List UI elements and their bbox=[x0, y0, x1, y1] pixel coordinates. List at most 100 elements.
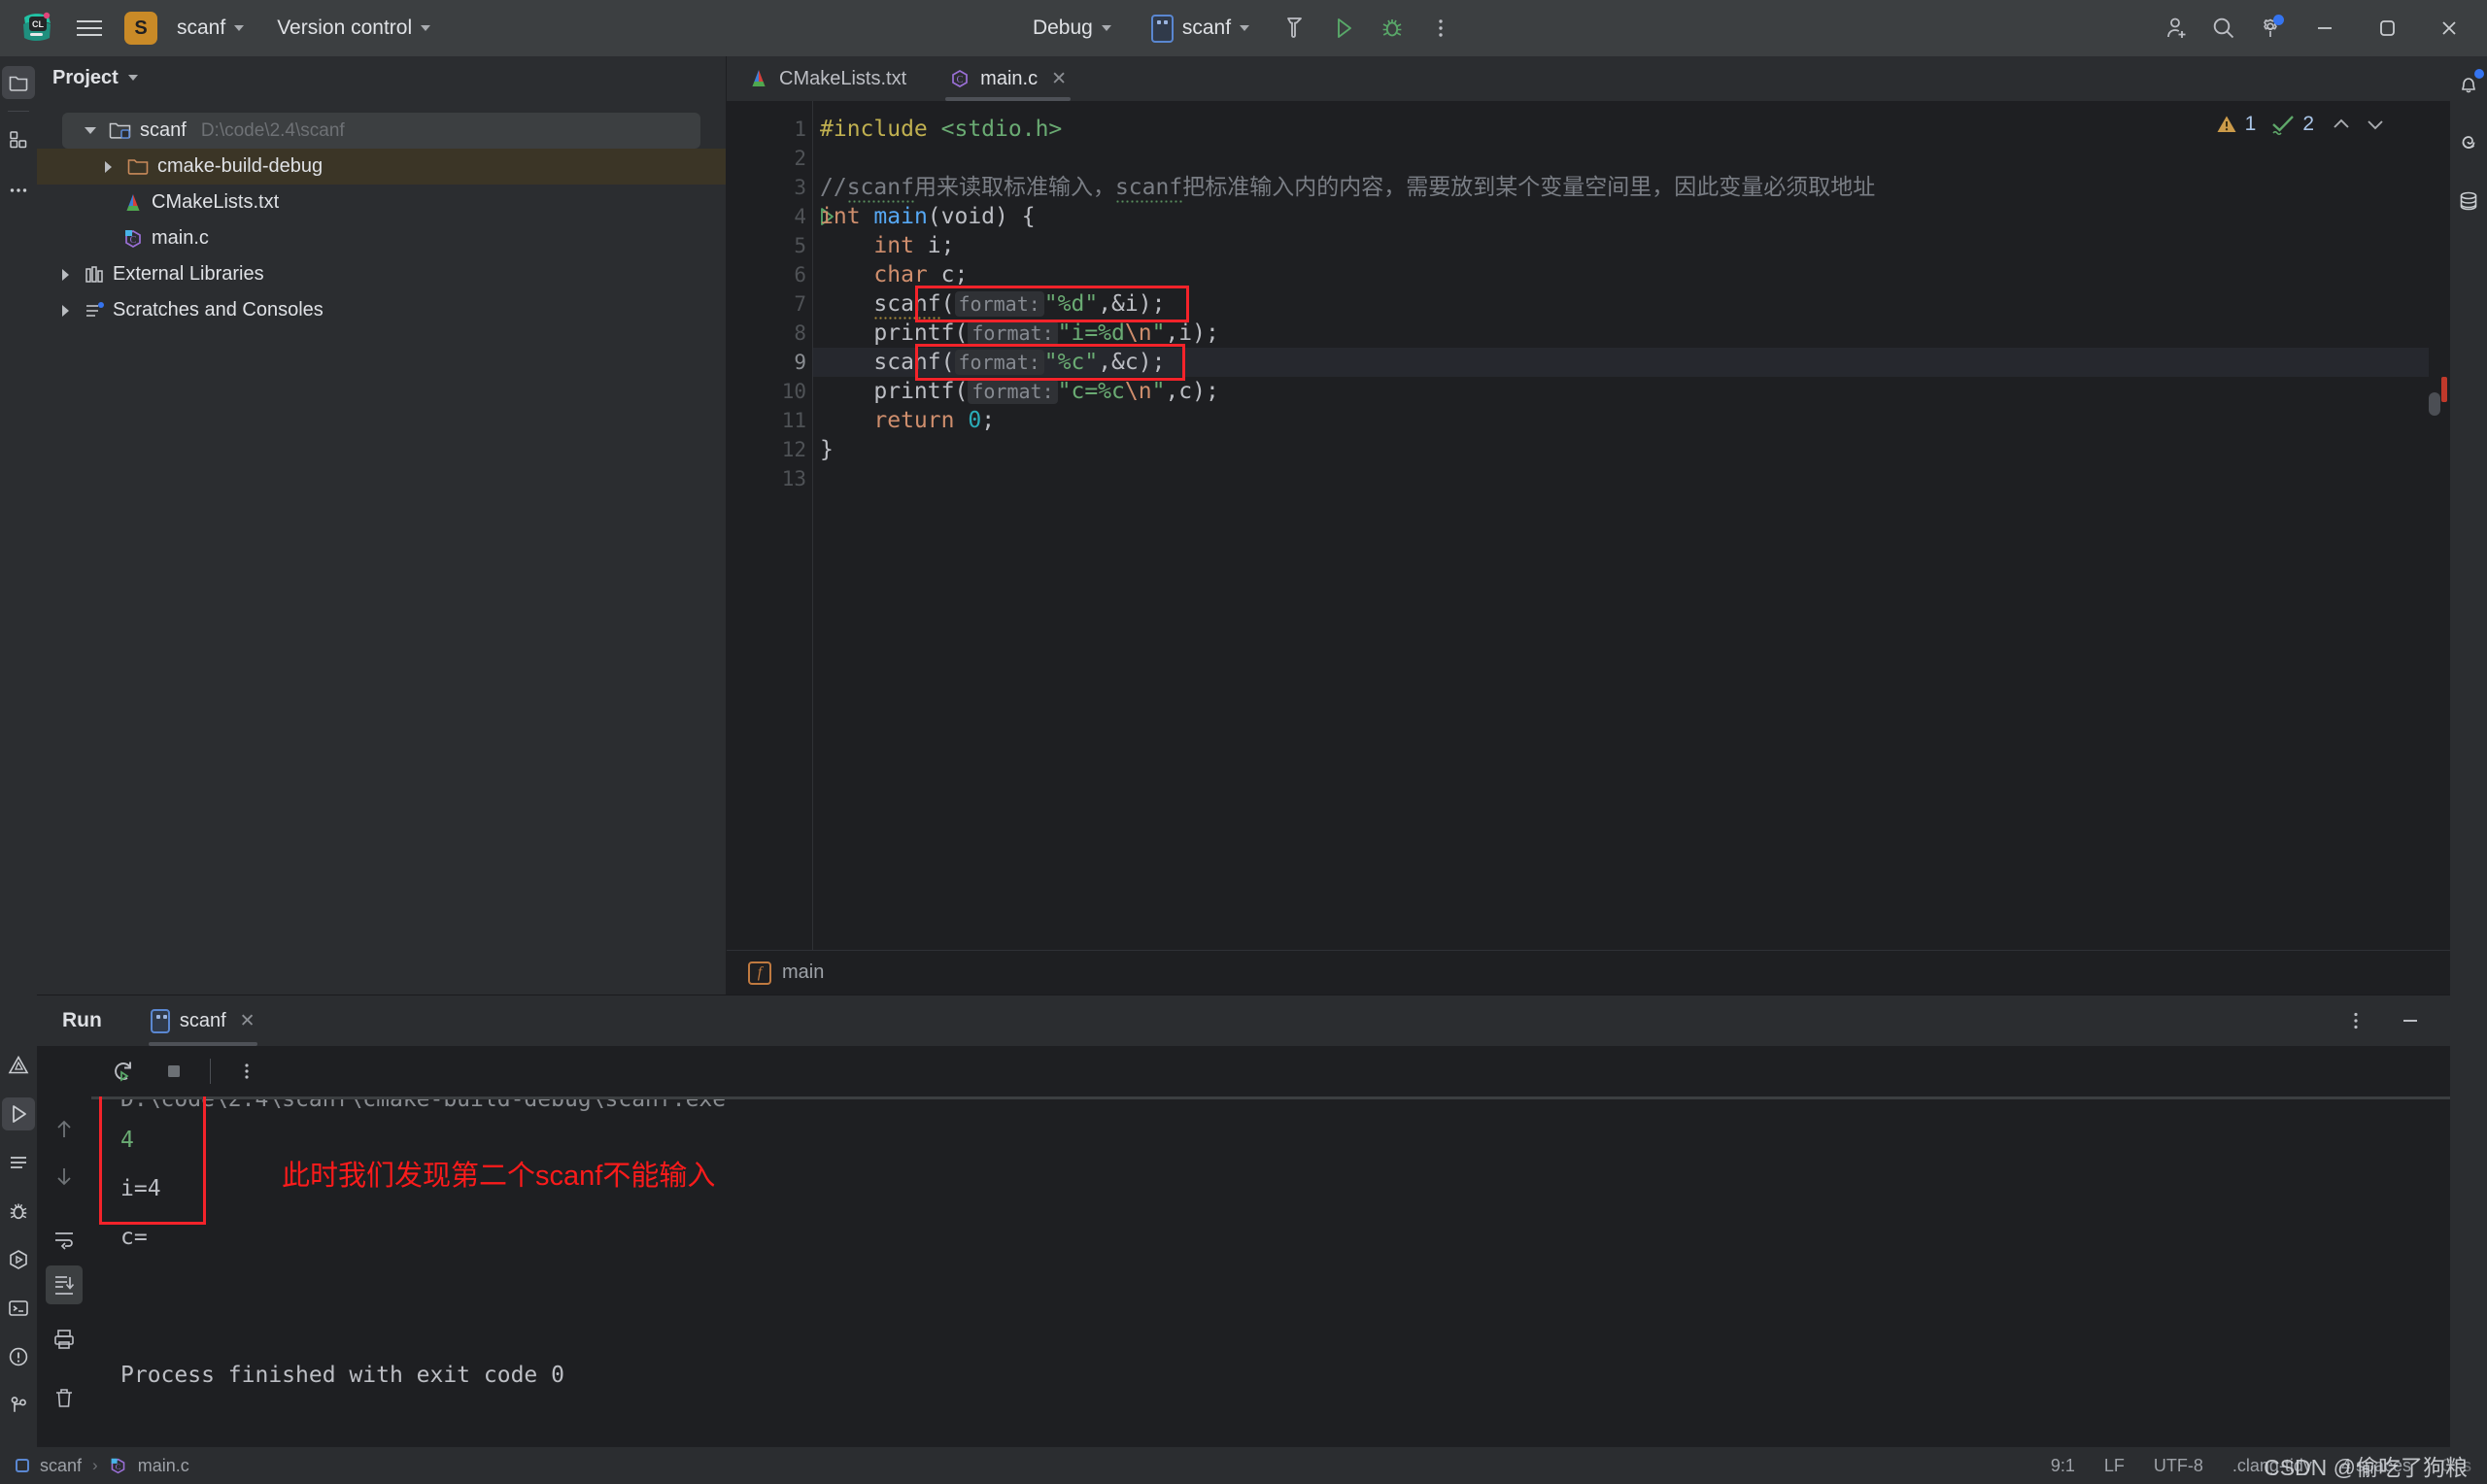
status-project-name[interactable]: scanf bbox=[40, 1456, 82, 1476]
stop-square-icon[interactable] bbox=[152, 1050, 196, 1093]
services-tool-window[interactable] bbox=[2, 1243, 35, 1276]
line-separator[interactable]: LF bbox=[2104, 1456, 2125, 1476]
editor-scrollbar[interactable] bbox=[2429, 101, 2450, 950]
more-vertical-icon[interactable] bbox=[2334, 999, 2378, 1042]
caret-position[interactable]: 9:1 bbox=[2051, 1456, 2075, 1476]
window-minimize-icon[interactable] bbox=[2295, 4, 2355, 52]
folder-icon bbox=[126, 156, 150, 178]
run-panel-content: D:\code\2.4\scanf\cmake-build-debug\scan… bbox=[37, 1096, 2450, 1447]
settings-gear-icon[interactable] bbox=[2248, 7, 2293, 50]
chevron-up-icon[interactable] bbox=[2331, 114, 2352, 135]
line-number: 1 bbox=[794, 118, 806, 141]
close-icon[interactable]: ✕ bbox=[240, 1010, 256, 1032]
window-close-icon[interactable] bbox=[2419, 4, 2479, 52]
breadcrumb-separator: › bbox=[92, 1456, 98, 1474]
trash-icon[interactable] bbox=[46, 1378, 83, 1417]
tab-label: main.c bbox=[980, 67, 1039, 89]
tab-cmakelists[interactable]: CMakeLists.txt bbox=[727, 56, 928, 101]
title-bar-right bbox=[2155, 4, 2479, 52]
scrollbar-thumb[interactable] bbox=[2429, 392, 2440, 416]
more-tool-windows[interactable] bbox=[2, 174, 35, 207]
chevron-down-icon[interactable] bbox=[127, 75, 138, 81]
printer-icon[interactable] bbox=[46, 1320, 83, 1359]
rerun-icon[interactable] bbox=[101, 1050, 146, 1093]
todo-tool-window[interactable] bbox=[2, 1146, 35, 1179]
window-maximize-icon[interactable] bbox=[2357, 4, 2417, 52]
console-line-command: D:\code\2.4\scanf\cmake-build-debug\scan… bbox=[120, 1096, 727, 1112]
hammer-build-icon[interactable] bbox=[1273, 7, 1317, 50]
line-number: 4 bbox=[727, 202, 834, 231]
project-tree: scanf D:\code\2.4\scanf cmake-build-debu… bbox=[37, 99, 726, 328]
prev-occurrence-button[interactable] bbox=[46, 1110, 83, 1149]
editor-breadcrumb: f main bbox=[727, 950, 2450, 995]
soft-wrap-button[interactable] bbox=[46, 1219, 83, 1258]
more-vertical-icon[interactable] bbox=[1418, 7, 1463, 50]
tree-node-label: Scratches and Consoles bbox=[113, 299, 324, 320]
commit-tool-window[interactable] bbox=[2, 123, 35, 156]
close-icon[interactable]: ✕ bbox=[1051, 68, 1067, 90]
terminal-tool-window[interactable] bbox=[2, 1292, 35, 1325]
hamburger-menu-icon[interactable] bbox=[68, 7, 111, 50]
minimize-icon[interactable] bbox=[2388, 999, 2433, 1042]
clion-window: CL S scanf Version control Debug scanf P… bbox=[0, 0, 2487, 1484]
tree-node-cmakelists[interactable]: CMakeLists.txt bbox=[37, 185, 726, 220]
expand-arrow-icon[interactable] bbox=[54, 268, 76, 281]
cmake-tool-window[interactable] bbox=[2, 1049, 35, 1082]
tree-node-external-libraries[interactable]: External Libraries bbox=[37, 256, 726, 292]
code-content[interactable]: #include <stdio.h> //scanf用来读取标准输入，scanf… bbox=[812, 101, 2450, 950]
run-panel-header-actions bbox=[2334, 999, 2450, 1042]
function-icon: f bbox=[748, 961, 771, 985]
svg-text:C: C bbox=[130, 235, 137, 246]
editor-body: 1 2 3 4 5 6 7 8 9 10 11 12 13 #include <… bbox=[727, 101, 2450, 950]
run-configuration-icon bbox=[1150, 14, 1174, 43]
breadcrumb-label[interactable]: main bbox=[782, 961, 824, 984]
code-line-4: int main(void) { bbox=[820, 204, 1036, 229]
scroll-to-end-button[interactable] bbox=[46, 1265, 83, 1304]
project-selector[interactable]: scanf bbox=[168, 12, 253, 45]
run-panel-tab-scanf[interactable]: scanf ✕ bbox=[137, 995, 269, 1046]
chevron-down-icon bbox=[1240, 25, 1250, 31]
tab-main-c[interactable]: C main.c ✕ bbox=[928, 56, 1088, 101]
line-number: 8 bbox=[794, 321, 806, 345]
left-rail-bottom bbox=[2, 1049, 35, 1447]
ai-assistant-button[interactable] bbox=[2452, 126, 2485, 159]
debug-tool-window[interactable] bbox=[2, 1195, 35, 1228]
problems-tool-window[interactable] bbox=[2, 1340, 35, 1373]
run-configuration-selector[interactable]: scanf bbox=[1145, 11, 1259, 47]
notifications-button[interactable] bbox=[2452, 68, 2485, 101]
run-tool-window[interactable] bbox=[2, 1097, 35, 1130]
expand-arrow-icon[interactable] bbox=[80, 127, 101, 134]
version-control-tool-window[interactable] bbox=[2, 1389, 35, 1422]
title-bar: CL S scanf Version control Debug scanf bbox=[0, 0, 2487, 56]
more-vertical-icon[interactable] bbox=[224, 1050, 269, 1093]
console-output[interactable]: D:\code\2.4\scanf\cmake-build-debug\scan… bbox=[91, 1096, 2450, 1447]
ok-count: 2 bbox=[2302, 113, 2314, 135]
editor-gutter[interactable]: 1 2 3 4 5 6 7 8 9 10 11 12 13 bbox=[727, 101, 834, 950]
tree-node-scanf[interactable]: scanf D:\code\2.4\scanf bbox=[62, 113, 700, 149]
account-add-icon[interactable] bbox=[2155, 7, 2199, 50]
file-encoding[interactable]: UTF-8 bbox=[2154, 1456, 2203, 1476]
debug-bug-icon[interactable] bbox=[1370, 7, 1414, 50]
expand-arrow-icon[interactable] bbox=[54, 304, 76, 317]
console-line-5: Process finished with exit code 0 bbox=[120, 1363, 564, 1388]
code-line-9: scanf(format: "%c",&c); bbox=[812, 348, 2450, 377]
status-file-name[interactable]: main.c bbox=[138, 1456, 189, 1476]
inspection-widget[interactable]: 1 2 bbox=[2215, 113, 2386, 136]
search-icon[interactable] bbox=[2201, 7, 2246, 50]
project-tool-window[interactable] bbox=[2, 66, 35, 99]
tree-node-main-c[interactable]: C main.c bbox=[37, 220, 726, 256]
run-play-icon[interactable] bbox=[1321, 7, 1366, 50]
notification-badge-dot bbox=[2474, 69, 2484, 79]
next-occurrence-button[interactable] bbox=[46, 1157, 83, 1196]
chevron-down-icon[interactable] bbox=[2365, 114, 2386, 135]
tree-node-cmake-build-debug[interactable]: cmake-build-debug bbox=[37, 149, 726, 185]
cmake-file-icon bbox=[748, 68, 769, 89]
version-control-menu[interactable]: Version control bbox=[268, 12, 439, 45]
database-button[interactable] bbox=[2452, 185, 2485, 218]
tree-node-scratches[interactable]: Scratches and Consoles bbox=[37, 292, 726, 328]
green-check-icon bbox=[2270, 113, 2296, 136]
debug-config-selector[interactable]: Debug bbox=[1024, 12, 1120, 45]
chevron-down-icon bbox=[234, 25, 245, 31]
tree-node-label: CMakeLists.txt bbox=[152, 191, 280, 213]
expand-arrow-icon[interactable] bbox=[97, 160, 119, 173]
